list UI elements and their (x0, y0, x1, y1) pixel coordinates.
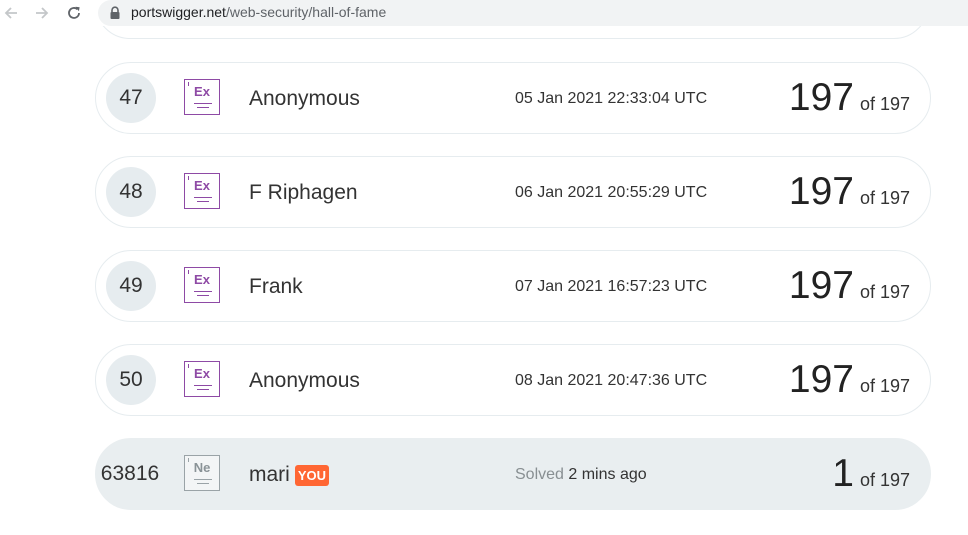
leaderboard-row: 47 Ex Anonymous 05 Jan 2021 22:33:04 UTC… (95, 62, 931, 134)
rank-number: 48 (106, 167, 156, 217)
lock-icon (110, 6, 120, 19)
hall-of-fame-list: 47 Ex Anonymous 05 Jan 2021 22:33:04 UTC… (0, 26, 968, 535)
leaderboard-row: 48 Ex F Riphagen 06 Jan 2021 20:55:29 UT… (95, 156, 931, 228)
badge-symbol: Ex (194, 272, 210, 287)
user-name[interactable]: F Riphagen (249, 180, 358, 206)
score-total: of 197 (859, 470, 910, 490)
url-path: /web-security/hall-of-fame (225, 4, 387, 20)
back-button[interactable] (0, 2, 22, 24)
current-user-row: 63816 Ne mari YOU Solved 2 mins ago 1 of… (95, 438, 931, 510)
leaderboard-row: 50 Ex Anonymous 08 Jan 2021 20:47:36 UTC… (95, 344, 931, 416)
rank-number: 47 (106, 73, 156, 123)
reload-button[interactable] (63, 2, 85, 24)
user-name[interactable]: Anonymous (249, 86, 360, 112)
leaderboard-row-partial (95, 26, 929, 39)
badge-symbol: Ne (193, 460, 211, 475)
rank-number: 49 (106, 261, 156, 311)
url-text[interactable]: portswigger.net/web-security/hall-of-fam… (131, 4, 386, 21)
score-total: of 197 (859, 94, 910, 114)
score-total: of 197 (859, 376, 910, 396)
arrow-right-icon (36, 7, 49, 19)
score: 1 of 197 (832, 452, 910, 496)
user-name-text: mari (249, 463, 290, 486)
score-value: 1 (832, 452, 854, 495)
browser-toolbar: portswigger.net/web-security/hall-of-fam… (0, 0, 968, 26)
you-badge: YOU (294, 464, 330, 486)
score: 197 of 197 (789, 358, 910, 402)
user-name[interactable]: mari YOU (249, 462, 330, 488)
score-total: of 197 (859, 282, 910, 302)
solved-time: 2 mins ago (568, 466, 647, 483)
expert-badge-icon: Ex (184, 361, 220, 397)
reload-icon (68, 6, 80, 19)
badge-symbol: Ex (194, 178, 210, 193)
score: 197 of 197 (789, 264, 910, 308)
score: 197 of 197 (789, 170, 910, 214)
address-bar[interactable]: portswigger.net/web-security/hall-of-fam… (98, 0, 968, 26)
score-value: 197 (788, 76, 854, 119)
expert-badge-icon: Ex (184, 173, 220, 209)
badge-symbol: Ex (194, 366, 210, 381)
leaderboard-row: 49 Ex Frank 07 Jan 2021 16:57:23 UTC 197… (95, 250, 931, 322)
completion-date: 05 Jan 2021 22:33:04 UTC (515, 90, 708, 107)
rank-number: 63816 (100, 462, 160, 485)
forward-button[interactable] (31, 2, 53, 24)
user-name[interactable]: Frank (249, 274, 303, 300)
url-host: portswigger.net (131, 4, 226, 20)
solved-status: Solved 2 mins ago (515, 465, 647, 485)
completion-date: 07 Jan 2021 16:57:23 UTC (515, 278, 708, 295)
badge-symbol: Ex (194, 84, 210, 99)
completion-date: 06 Jan 2021 20:55:29 UTC (515, 184, 708, 201)
score-value: 197 (788, 358, 854, 401)
rank-number: 50 (106, 355, 156, 405)
arrow-left-icon (4, 7, 17, 19)
score-value: 197 (788, 170, 854, 213)
novice-badge-icon: Ne (184, 455, 220, 491)
score-value: 197 (788, 264, 854, 307)
user-name[interactable]: Anonymous (249, 368, 360, 394)
score-total: of 197 (859, 188, 910, 208)
expert-badge-icon: Ex (184, 267, 220, 303)
score: 197 of 197 (789, 76, 910, 120)
expert-badge-icon: Ex (184, 79, 220, 115)
solved-label: Solved (515, 466, 564, 483)
completion-date: 08 Jan 2021 20:47:36 UTC (515, 372, 708, 389)
